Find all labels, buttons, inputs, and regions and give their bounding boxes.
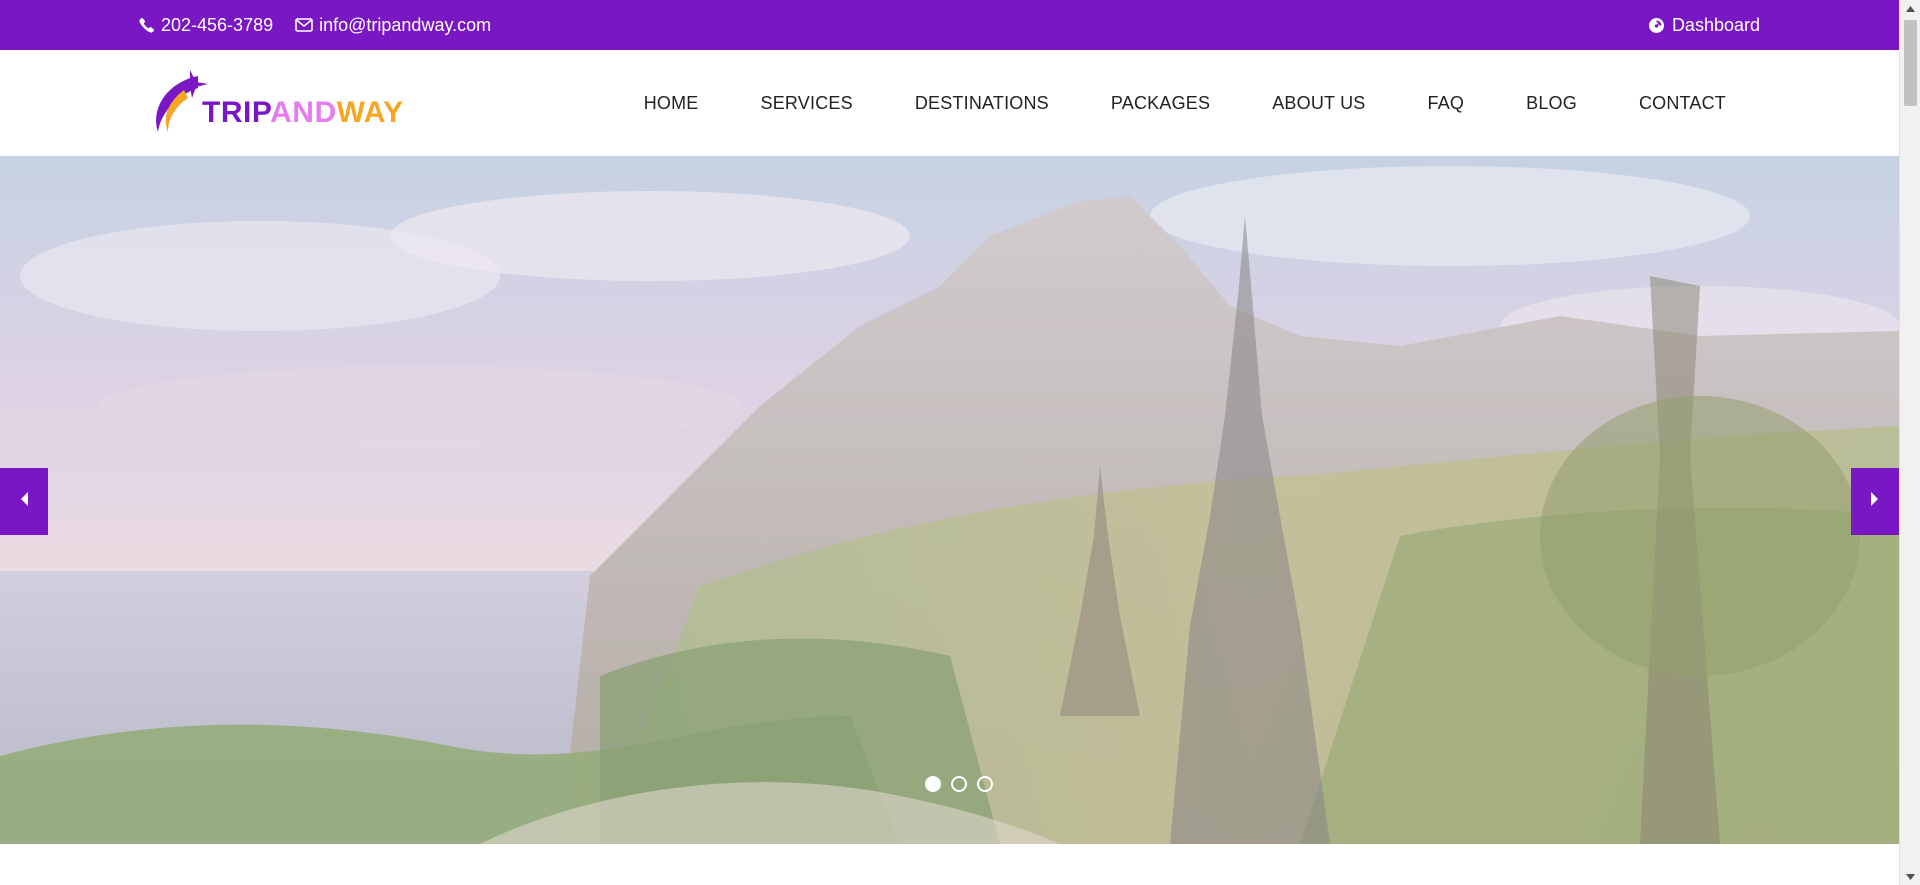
hero-slider: [0, 156, 1899, 844]
logo-way: WAY: [336, 96, 404, 129]
dashboard-icon: [1648, 17, 1665, 34]
nav-contact[interactable]: CONTACT: [1639, 93, 1726, 114]
site-logo[interactable]: TRIPANDWAY: [146, 68, 403, 138]
page-scrollbar[interactable]: [1899, 0, 1920, 885]
slider-dot-3[interactable]: [977, 776, 993, 792]
hero-slide-image: [0, 156, 1899, 844]
email-address: info@tripandway.com: [319, 14, 492, 35]
nav-about-us[interactable]: ABOUT US: [1272, 93, 1365, 114]
caret-right-icon: [1870, 491, 1880, 512]
page: 202-456-3789 info@tripandway.com Dashboa…: [0, 0, 1920, 885]
scroll-up-icon[interactable]: [1900, 0, 1920, 17]
nav-home[interactable]: HOME: [644, 93, 699, 114]
contact-info: 202-456-3789 info@tripandway.com: [139, 0, 491, 50]
logo-and: AND: [270, 96, 337, 129]
logo-trip: TRIP: [202, 96, 271, 129]
dashboard-label: Dashboard: [1671, 14, 1760, 35]
scroll-down-icon[interactable]: [1900, 868, 1920, 885]
nav-destinations[interactable]: DESTINATIONS: [915, 93, 1049, 114]
nav-services[interactable]: SERVICES: [761, 93, 853, 114]
slider-dot-1[interactable]: [925, 776, 941, 792]
scrollbar-thumb[interactable]: [1904, 20, 1917, 106]
slider-next-button[interactable]: [1851, 468, 1899, 535]
slider-prev-button[interactable]: [0, 468, 48, 535]
caret-left-icon: [19, 491, 29, 512]
phone-link[interactable]: 202-456-3789: [139, 15, 273, 36]
phone-icon: [139, 17, 155, 33]
slider-dot-2[interactable]: [951, 776, 967, 792]
main-nav: HOME SERVICES DESTINATIONS PACKAGES ABOU…: [644, 50, 1726, 156]
site-header: TRIPANDWAY HOME SERVICES DESTINATIONS PA…: [0, 50, 1899, 156]
envelope-icon: [295, 18, 313, 32]
nav-faq[interactable]: FAQ: [1428, 93, 1465, 114]
dashboard-link[interactable]: Dashboard: [1648, 0, 1760, 50]
logo-wordmark: TRIPANDWAY: [202, 98, 404, 128]
top-bar: 202-456-3789 info@tripandway.com Dashboa…: [0, 0, 1899, 50]
nav-packages[interactable]: PACKAGES: [1111, 93, 1210, 114]
slider-pagination: [925, 776, 993, 792]
phone-number: 202-456-3789: [161, 14, 274, 35]
nav-blog[interactable]: BLOG: [1526, 93, 1577, 114]
email-link[interactable]: info@tripandway.com: [295, 15, 491, 36]
